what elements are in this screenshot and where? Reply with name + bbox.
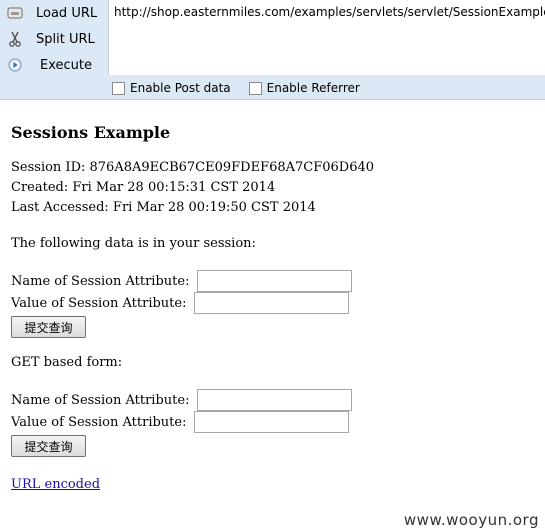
hackbar-buttons: Load URL Split URL Execute	[0, 0, 108, 76]
enable-referrer-option[interactable]: Enable Referrer	[248, 81, 360, 95]
execute-label: Execute	[40, 57, 92, 73]
enable-post-data-label: Enable Post data	[130, 81, 231, 95]
form1-name-label: Name of Session Attribute:	[11, 273, 190, 289]
form2-value-input[interactable]	[194, 411, 350, 433]
form2-value-row: Value of Session Attribute:	[11, 411, 541, 433]
form2-value-label: Value of Session Attribute:	[11, 414, 187, 430]
url-textarea[interactable]: http://shop.easternmiles.com/examples/se…	[108, 0, 545, 75]
watermark-text: www.wooyun.org	[403, 511, 539, 529]
scissors-icon	[7, 31, 23, 47]
split-url-label: Split URL	[36, 31, 95, 47]
execute-icon	[7, 57, 23, 73]
get-form-label: GET based form:	[11, 355, 123, 370]
enable-post-data-option[interactable]: Enable Post data	[112, 81, 231, 95]
form1-value-label: Value of Session Attribute:	[11, 295, 187, 311]
form2-name-input[interactable]	[197, 389, 353, 411]
enable-referrer-label: Enable Referrer	[266, 81, 360, 95]
load-url-icon	[7, 5, 23, 21]
created-text: Created: Fri Mar 28 00:15:31 CST 2014	[11, 180, 276, 195]
enable-referrer-checkbox[interactable]	[248, 81, 262, 95]
split-url-button[interactable]: Split URL	[0, 26, 108, 52]
url-encoded-link[interactable]: URL encoded	[11, 477, 100, 492]
load-url-button[interactable]: Load URL	[0, 0, 108, 26]
hackbar-options: Enable Post data Enable Referrer	[108, 78, 374, 98]
session-id-text: Session ID: 876A8A9ECB67CE09FDEF68A7CF06…	[11, 160, 375, 175]
session-data-intro: The following data is in your session:	[11, 236, 256, 251]
hackbar-toolbar: Load URL Split URL Execute http://shop.e…	[0, 0, 545, 100]
page-content: Sessions Example Session ID: 876A8A9ECB6…	[11, 118, 541, 495]
form1-submit-button[interactable]: 提交查询	[11, 316, 86, 338]
form1-value-row: Value of Session Attribute:	[11, 292, 541, 314]
form1-value-input[interactable]	[194, 292, 350, 314]
form1-name-row: Name of Session Attribute:	[11, 270, 541, 292]
form2-name-label: Name of Session Attribute:	[11, 392, 190, 408]
page-title: Sessions Example	[11, 123, 171, 142]
form2-name-row: Name of Session Attribute:	[11, 389, 541, 411]
form2-submit-button[interactable]: 提交查询	[11, 435, 86, 457]
enable-post-data-checkbox[interactable]	[112, 81, 125, 95]
load-url-label: Load URL	[36, 5, 98, 21]
last-accessed-text: Last Accessed: Fri Mar 28 00:19:50 CST 2…	[11, 200, 316, 215]
execute-button[interactable]: Execute	[0, 52, 108, 78]
form1-name-input[interactable]	[197, 270, 353, 292]
